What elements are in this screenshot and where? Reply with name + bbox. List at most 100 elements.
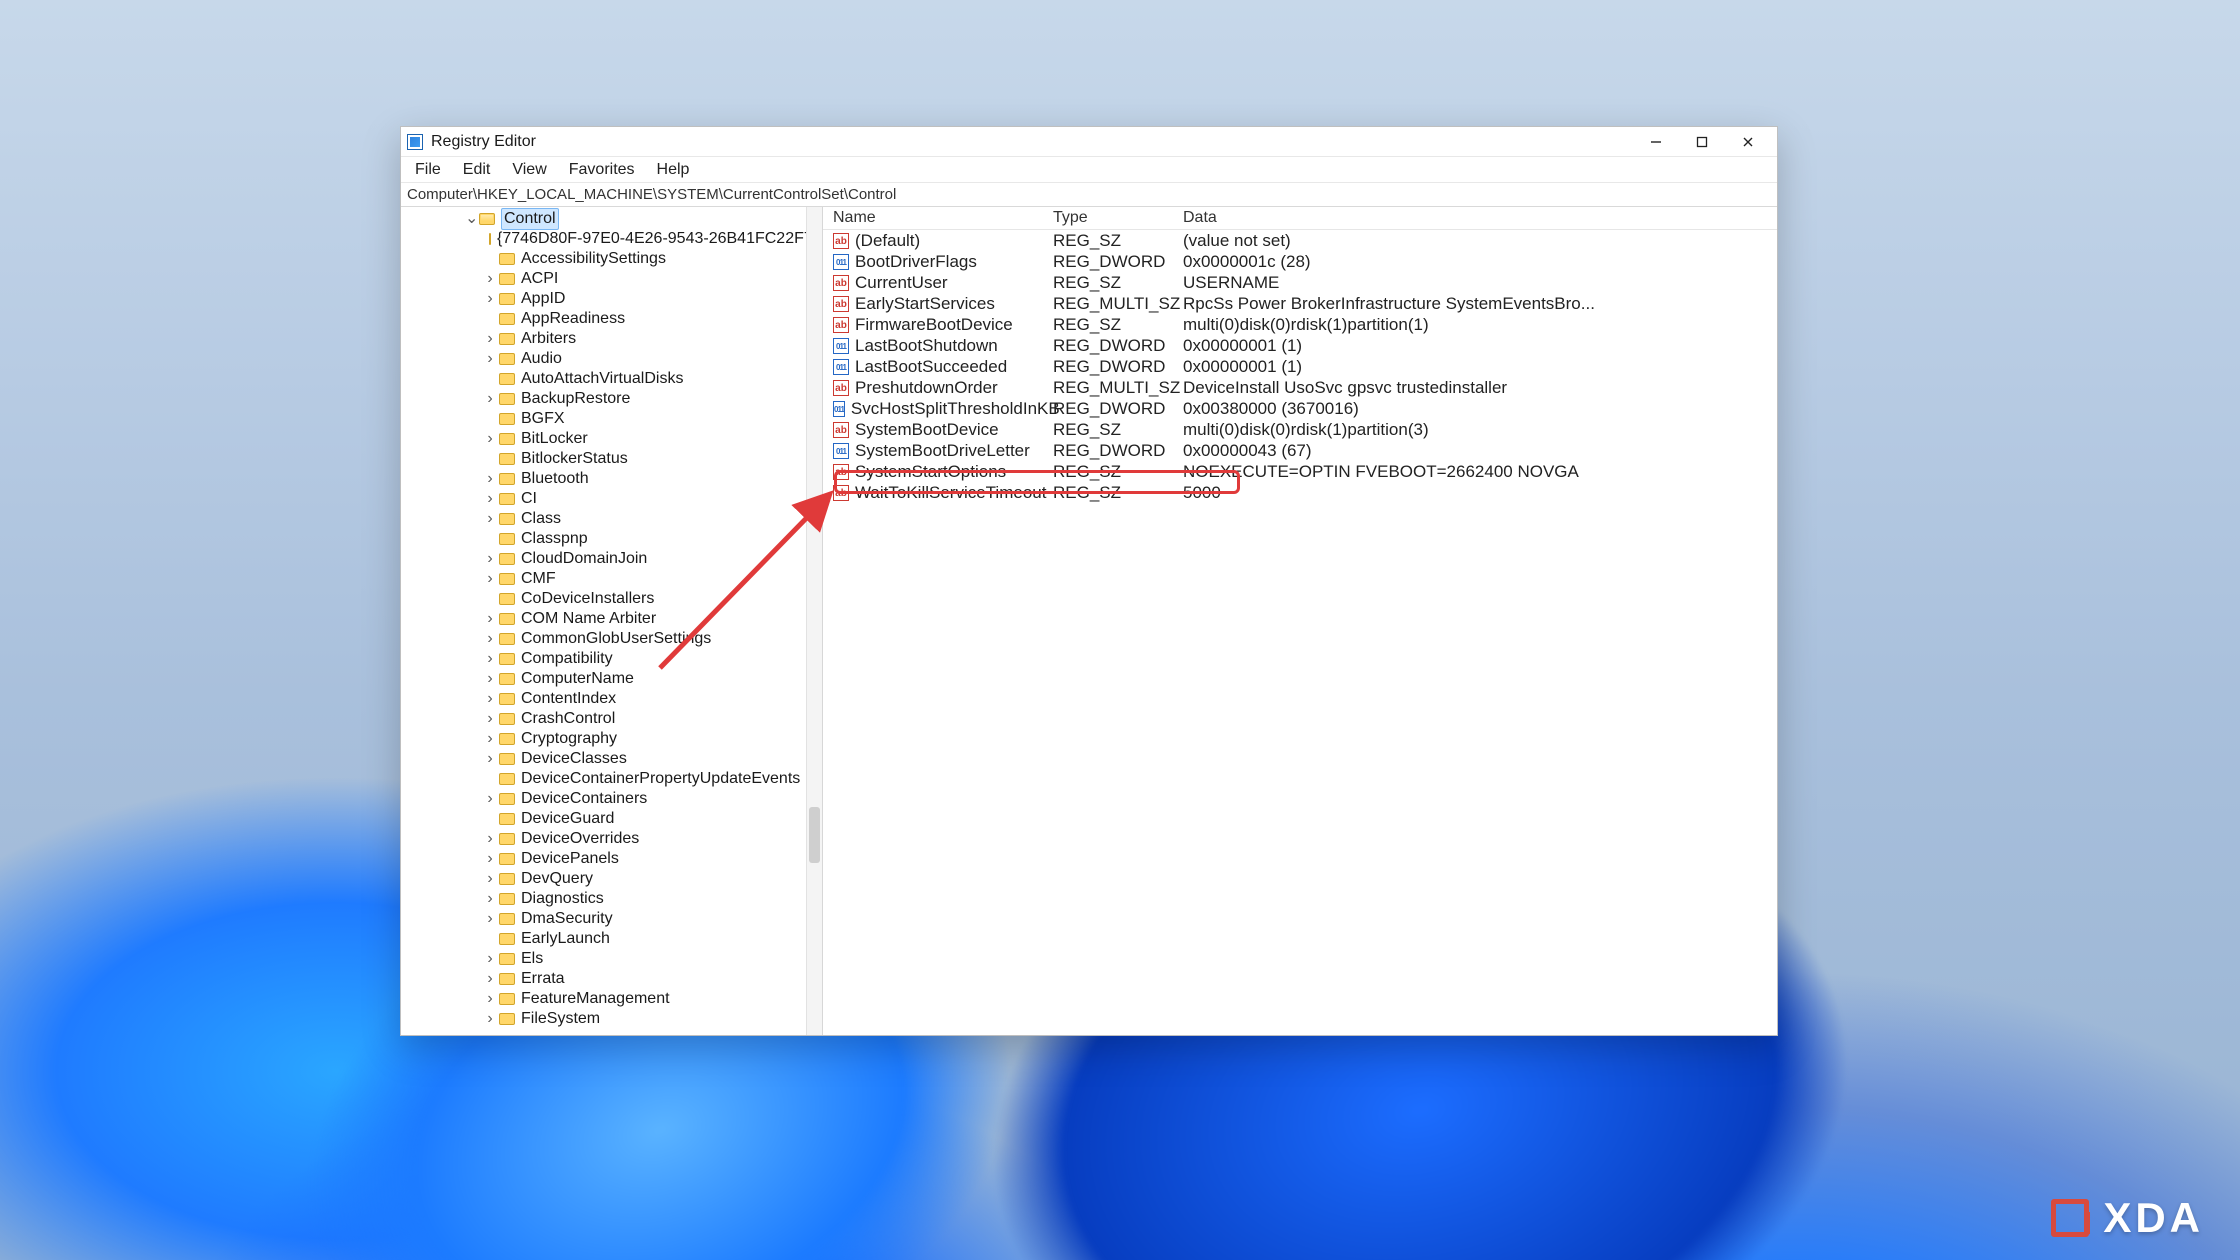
chevron-right-icon[interactable]: › [485,729,495,749]
chevron-right-icon[interactable]: › [485,489,495,509]
chevron-right-icon[interactable]: › [485,289,495,309]
tree-node[interactable]: ›Els [401,949,822,969]
chevron-right-icon[interactable]: › [485,509,495,529]
chevron-right-icon[interactable]: › [485,1009,495,1029]
tree-node[interactable]: ›DeviceOverrides [401,829,822,849]
value-row[interactable]: PreshutdownOrderREG_MULTI_SZDeviceInstal… [823,377,1777,398]
value-row[interactable]: FirmwareBootDeviceREG_SZmulti(0)disk(0)r… [823,314,1777,335]
tree-node[interactable]: ›Audio [401,349,822,369]
value-row[interactable]: SystemBootDeviceREG_SZmulti(0)disk(0)rdi… [823,419,1777,440]
column-headers[interactable]: Name Type Data [823,207,1777,230]
tree-node[interactable]: ›AppID [401,289,822,309]
menu-help[interactable]: Help [647,159,700,181]
tree-node[interactable]: ›Cryptography [401,729,822,749]
chevron-right-icon[interactable]: › [485,969,495,989]
tree-node[interactable]: CoDeviceInstallers [401,589,822,609]
value-row[interactable]: LastBootSucceededREG_DWORD0x00000001 (1) [823,356,1777,377]
chevron-right-icon[interactable]: › [485,829,495,849]
value-row[interactable]: LastBootShutdownREG_DWORD0x00000001 (1) [823,335,1777,356]
maximize-button[interactable] [1679,127,1725,157]
chevron-right-icon[interactable]: › [485,909,495,929]
value-row[interactable]: SystemBootDriveLetterREG_DWORD0x00000043… [823,440,1777,461]
tree-node[interactable]: ›ContentIndex [401,689,822,709]
chevron-right-icon[interactable]: › [485,429,495,449]
tree-node[interactable]: ›CloudDomainJoin [401,549,822,569]
value-row[interactable]: BootDriverFlagsREG_DWORD0x0000001c (28) [823,251,1777,272]
chevron-right-icon[interactable]: › [485,649,495,669]
minimize-button[interactable] [1633,127,1679,157]
tree-node[interactable]: BitlockerStatus [401,449,822,469]
tree-node[interactable]: DeviceContainerPropertyUpdateEvents [401,769,822,789]
chevron-right-icon[interactable]: › [485,689,495,709]
col-type[interactable]: Type [1053,209,1183,227]
tree-node[interactable]: ›DevicePanels [401,849,822,869]
tree-node[interactable]: ›CI [401,489,822,509]
col-name[interactable]: Name [833,209,1053,227]
tree-node[interactable]: ›Compatibility [401,649,822,669]
chevron-right-icon[interactable]: › [485,869,495,889]
chevron-right-icon[interactable]: › [485,629,495,649]
chevron-right-icon[interactable]: › [485,709,495,729]
chevron-right-icon[interactable]: › [485,789,495,809]
value-row[interactable]: SvcHostSplitThresholdInKBREG_DWORD0x0038… [823,398,1777,419]
chevron-right-icon[interactable]: › [485,609,495,629]
tree-node[interactable]: ›ComputerName [401,669,822,689]
chevron-right-icon[interactable]: › [485,389,495,409]
tree-node[interactable]: ›FeatureManagement [401,989,822,1009]
chevron-right-icon[interactable]: › [485,269,495,289]
tree-node[interactable]: ›Bluetooth [401,469,822,489]
tree-node[interactable]: ›DeviceContainers [401,789,822,809]
tree-node[interactable]: AppReadiness [401,309,822,329]
tree-node[interactable]: ›ACPI [401,269,822,289]
menu-favorites[interactable]: Favorites [559,159,645,181]
tree-node[interactable]: ›FileSystem [401,1009,822,1029]
tree-node[interactable]: Classpnp [401,529,822,549]
chevron-down-icon[interactable]: ⌄ [465,209,475,229]
tree-node[interactable]: AccessibilitySettings [401,249,822,269]
chevron-right-icon[interactable]: › [485,469,495,489]
tree-node[interactable]: ›COM Name Arbiter [401,609,822,629]
col-data[interactable]: Data [1183,209,1777,227]
chevron-right-icon[interactable]: › [485,669,495,689]
chevron-right-icon[interactable]: › [485,949,495,969]
menu-edit[interactable]: Edit [453,159,501,181]
chevron-right-icon[interactable]: › [485,549,495,569]
chevron-right-icon[interactable]: › [485,849,495,869]
tree-scrollbar[interactable] [806,207,822,1035]
tree-node[interactable]: ›CMF [401,569,822,589]
tree-node[interactable]: ›DmaSecurity [401,909,822,929]
tree-node[interactable]: ›BitLocker [401,429,822,449]
tree-node[interactable]: ›DevQuery [401,869,822,889]
chevron-right-icon[interactable]: › [485,889,495,909]
key-tree[interactable]: ⌄ Control {7746D80F-97E0-4E26-9543-26B41… [401,207,823,1035]
tree-node[interactable]: DeviceGuard [401,809,822,829]
tree-node[interactable]: ›CommonGlobUserSettings [401,629,822,649]
tree-node[interactable]: ›CrashControl [401,709,822,729]
value-row[interactable]: (Default)REG_SZ(value not set) [823,230,1777,251]
tree-node[interactable]: ›DeviceClasses [401,749,822,769]
tree-node[interactable]: ›Diagnostics [401,889,822,909]
tree-node[interactable]: EarlyLaunch [401,929,822,949]
chevron-right-icon[interactable]: › [485,989,495,1009]
tree-node[interactable]: ›Errata [401,969,822,989]
tree-node[interactable]: ›BackupRestore [401,389,822,409]
address-bar[interactable]: Computer\HKEY_LOCAL_MACHINE\SYSTEM\Curre… [401,183,1777,207]
value-row[interactable]: EarlyStartServicesREG_MULTI_SZRpcSs Powe… [823,293,1777,314]
value-list[interactable]: Name Type Data (Default)REG_SZ(value not… [823,207,1777,1035]
value-row[interactable]: CurrentUserREG_SZUSERNAME [823,272,1777,293]
value-row[interactable]: WaitToKillServiceTimeoutREG_SZ5000 [823,482,1777,503]
tree-node[interactable]: ›Arbiters [401,329,822,349]
chevron-right-icon[interactable]: › [485,349,495,369]
close-button[interactable] [1725,127,1771,157]
menu-file[interactable]: File [405,159,451,181]
tree-node[interactable]: AutoAttachVirtualDisks [401,369,822,389]
scrollbar-thumb[interactable] [809,807,820,863]
chevron-right-icon[interactable]: › [485,569,495,589]
chevron-right-icon[interactable]: › [485,749,495,769]
menu-view[interactable]: View [502,159,556,181]
titlebar[interactable]: Registry Editor [401,127,1777,157]
value-row[interactable]: SystemStartOptionsREG_SZ NOEXECUTE=OPTIN… [823,461,1777,482]
tree-node-control[interactable]: ⌄ Control [401,209,822,229]
tree-node[interactable]: {7746D80F-97E0-4E26-9543-26B41FC22F79} [401,229,822,249]
tree-node[interactable]: BGFX [401,409,822,429]
